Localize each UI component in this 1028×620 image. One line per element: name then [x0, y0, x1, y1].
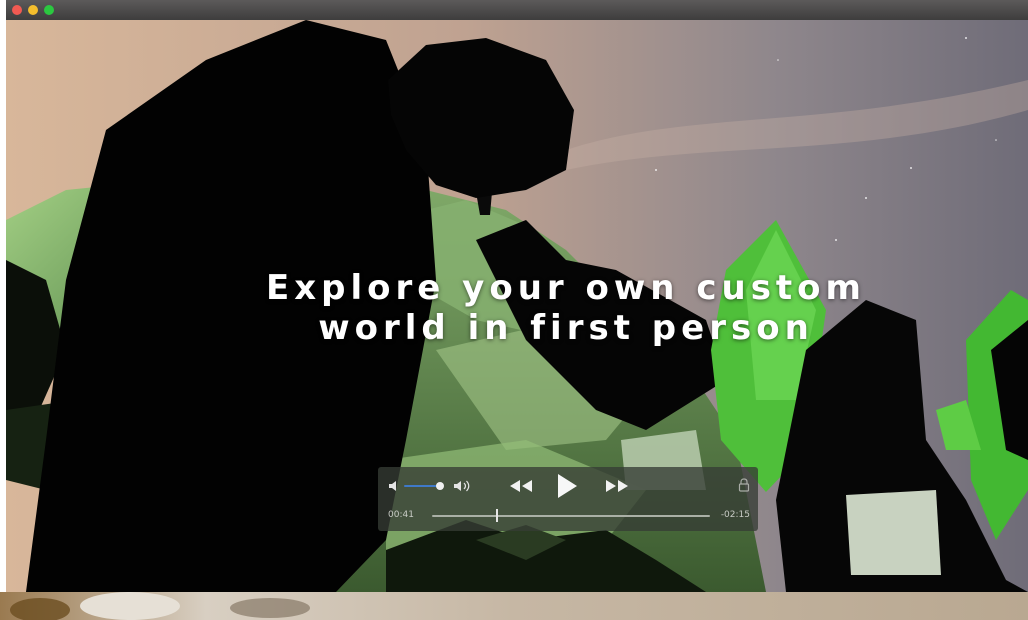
remaining-time: -02:15	[720, 510, 750, 520]
volume-low-icon[interactable]	[388, 480, 402, 492]
title-bar[interactable]	[6, 0, 1028, 20]
fast-forward-icon[interactable]	[604, 479, 630, 493]
stone-block-right	[846, 490, 941, 575]
playback-controls: 00:41 -02:15	[378, 467, 758, 531]
background-strip	[0, 592, 1028, 620]
lock-icon[interactable]	[738, 478, 750, 492]
minimize-button[interactable]	[28, 5, 38, 15]
video-player-window: Explore your own custom world in first p…	[6, 0, 1028, 592]
volume-high-icon[interactable]	[453, 479, 473, 493]
volume-slider[interactable]	[404, 485, 440, 487]
volume-knob[interactable]	[435, 482, 444, 490]
rewind-icon[interactable]	[508, 479, 534, 493]
video-caption: Explore your own custom world in first p…	[206, 268, 926, 348]
scrub-bar[interactable]	[432, 515, 710, 517]
caption-line-2: world in first person	[318, 308, 814, 348]
playhead[interactable]	[495, 509, 498, 522]
zoom-button[interactable]	[44, 5, 54, 15]
elapsed-time: 00:41	[388, 510, 414, 520]
play-icon[interactable]	[556, 473, 578, 499]
caption-line-1: Explore your own custom	[266, 268, 866, 308]
close-button[interactable]	[12, 5, 22, 15]
